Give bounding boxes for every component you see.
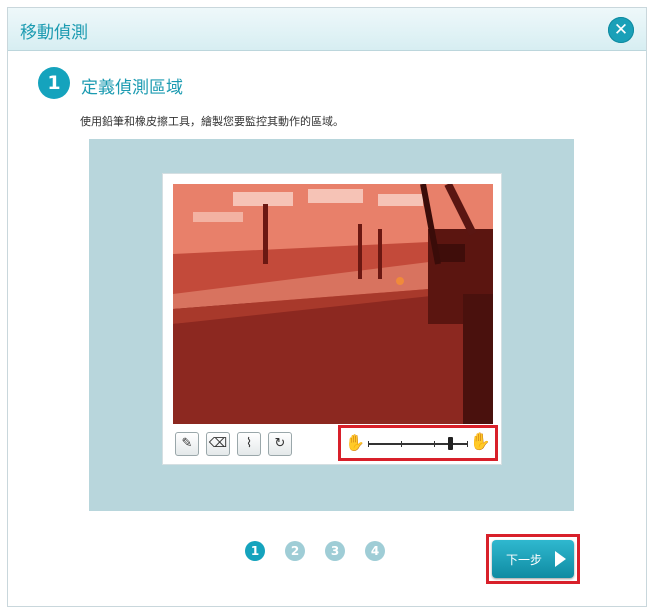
next-button-label: 下一步 [506,553,543,567]
detection-stage: ✎ ⌫ ⌇ ↻ ✋ ✋ [89,139,574,511]
next-button[interactable]: 下一步 [492,540,574,578]
hand-low-icon: ✋ [345,433,365,452]
page-indicator-4[interactable]: 4 [365,541,385,561]
sensitivity-control: ✋ ✋ [338,425,498,461]
page-indicator-1[interactable]: 1 [245,541,265,561]
motion-detection-dialog: 移動偵測 ✕ 1 定義偵測區域 使用鉛筆和橡皮擦工具，繪製您要監控其動作的區域。 [7,7,647,607]
dialog-titlebar: 移動偵測 ✕ [8,8,646,51]
page-indicator-3[interactable]: 3 [325,541,345,561]
broom-icon[interactable]: ⌇ [237,432,261,456]
hand-high-icon: ✋ [469,432,491,452]
next-button-highlight: 下一步 [486,534,580,584]
close-icon[interactable]: ✕ [608,17,634,43]
step-instruction: 使用鉛筆和橡皮擦工具，繪製您要監控其動作的區域。 [80,115,344,128]
step-title: 定義偵測區域 [81,78,183,98]
camera-image [173,184,493,424]
dialog-title: 移動偵測 [20,23,88,43]
camera-view-detection-area[interactable] [173,184,493,424]
play-arrow-icon [555,551,566,567]
camera-frame: ✎ ⌫ ⌇ ↻ ✋ ✋ [162,173,502,465]
refresh-icon[interactable]: ↻ [268,432,292,456]
sensitivity-slider[interactable] [368,437,468,450]
sensitivity-slider-thumb[interactable] [448,437,453,450]
step-number-badge: 1 [38,67,70,99]
page-indicator-2[interactable]: 2 [285,541,305,561]
pencil-icon[interactable]: ✎ [175,432,199,456]
eraser-icon[interactable]: ⌫ [206,432,230,456]
